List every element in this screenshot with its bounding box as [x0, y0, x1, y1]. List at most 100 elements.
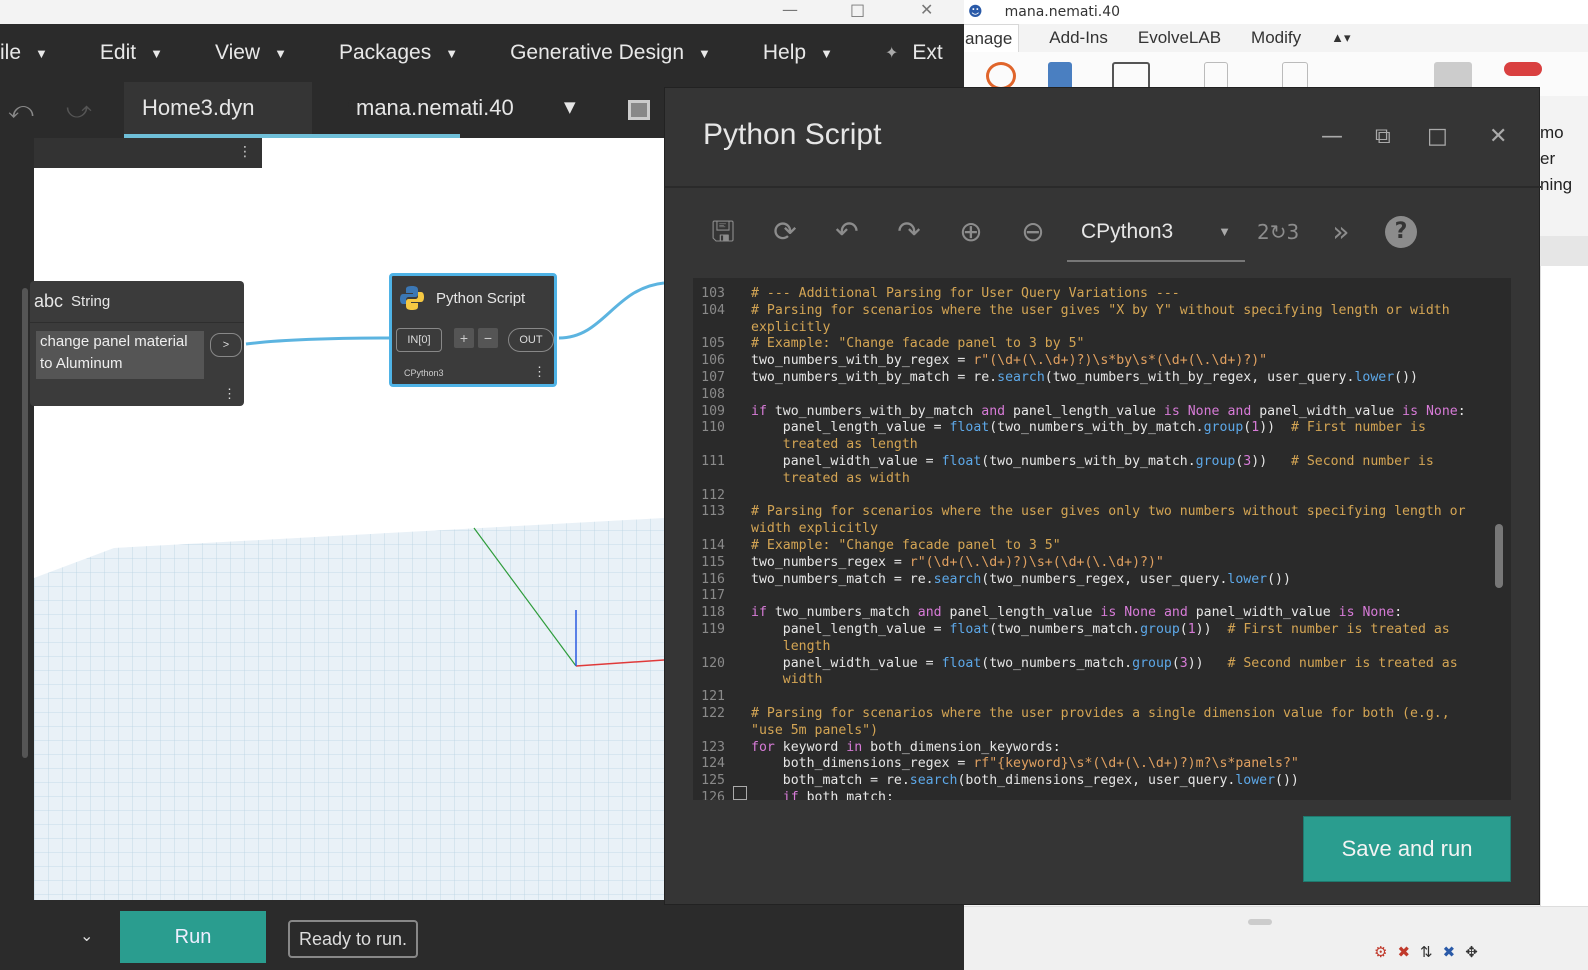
code-line[interactable]: for keyword in both_dimension_keywords: [751, 740, 1061, 755]
ribbon-tab-manage[interactable]: anage [962, 23, 1020, 53]
more-icon[interactable]: ⋮ [223, 386, 236, 402]
ribbon-tool-icon[interactable] [1048, 62, 1072, 90]
revit-drawing-area[interactable] [1540, 266, 1588, 906]
code-editor[interactable]: 103 # --- Additional Parsing for User Que… [693, 278, 1511, 800]
menu-edit[interactable]: Edit ▼ [100, 41, 163, 65]
workspace-canvas[interactable] [34, 138, 664, 900]
select-icon[interactable]: ⇅ [1420, 943, 1433, 961]
menu-extensions[interactable]: ✦ Ext [885, 41, 943, 65]
python-script-node[interactable]: Python Script IN[0] + − OUT CPython3 ⋮ [389, 273, 557, 387]
chevron-down-icon[interactable]: ⌄ [80, 926, 93, 945]
menu-help[interactable]: Help ▼ [763, 41, 833, 65]
ribbon-tab-modify[interactable]: Modify [1251, 28, 1301, 48]
chevron-down-icon[interactable]: ▼ [564, 98, 576, 116]
output-port[interactable]: > [210, 333, 242, 357]
code-line[interactable]: panel_length_value = float(two_numbers_w… [751, 420, 1426, 435]
revert-icon[interactable]: ⟳ [767, 214, 803, 250]
menu-generative-design[interactable]: Generative Design ▼ [510, 41, 711, 65]
filter-icon[interactable]: ⚙ [1374, 943, 1387, 961]
maximize-button[interactable]: □ [850, 0, 865, 19]
code-line[interactable]: if two_numbers_match and panel_length_va… [751, 605, 1402, 620]
ribbon-tool-icon[interactable] [1282, 62, 1308, 90]
code-line[interactable]: two_numbers_with_by_regex = r"(\d+(\.\d+… [751, 353, 1267, 368]
revit-side-text: mo er ning [1540, 123, 1573, 194]
close-button[interactable]: ✕ [920, 0, 933, 19]
code-line[interactable]: # Example: "Change facade panel to 3 5" [751, 538, 1061, 553]
minimize-button[interactable]: — [1321, 124, 1343, 149]
output-port[interactable]: OUT [508, 328, 554, 352]
tab-home3[interactable]: Home3.dyn [124, 82, 312, 138]
save-icon[interactable]: 🖫 [705, 214, 741, 250]
engine-select[interactable]: CPython3 ▼ [1067, 214, 1245, 262]
link-icon[interactable]: ✖ [1397, 943, 1410, 961]
help-icon[interactable]: ? [1385, 216, 1417, 248]
code-line[interactable]: "use 5m panels") [751, 723, 878, 738]
ribbon-tool-icon[interactable] [1434, 62, 1472, 90]
ribbon-tab-evolvelab[interactable]: EvolveLAB [1138, 28, 1221, 48]
code-line[interactable]: length [751, 639, 831, 654]
redo-icon[interactable]: ↷ [891, 214, 927, 250]
engine-label: CPython3 [404, 368, 444, 378]
add-input-button[interactable]: + [454, 328, 474, 348]
input-port[interactable]: IN[0] [396, 328, 442, 352]
ribbon-tool-icon[interactable] [1504, 62, 1542, 76]
forward-arrow-icon[interactable]: ⤻ [66, 96, 92, 124]
ribbon-table-icon[interactable] [1112, 62, 1150, 90]
menu-packages[interactable]: Packages ▼ [339, 41, 458, 65]
code-line[interactable]: two_numbers_match = re.search(two_number… [751, 572, 1291, 587]
code-line[interactable]: # Parsing for scenarios where the user p… [751, 706, 1450, 721]
line-number: 106 [701, 353, 725, 369]
menu-file[interactable]: ile ▼ [0, 41, 48, 65]
code-line[interactable]: panel_width_value = float(two_numbers_wi… [751, 454, 1434, 469]
code-line[interactable]: # Example: "Change facade panel to 3 by … [751, 336, 1084, 351]
code-line[interactable]: treated as length [751, 437, 918, 452]
undo-icon[interactable]: ↶ [829, 214, 865, 250]
ribbon-tool-icon[interactable] [1204, 62, 1228, 90]
code-line[interactable]: # Parsing for scenarios where the user g… [751, 504, 1466, 519]
image-export-icon[interactable] [628, 100, 650, 120]
remove-input-button[interactable]: − [478, 328, 498, 348]
maximize-button[interactable]: □ [1427, 124, 1448, 149]
migration-icon[interactable]: 2↻3 [1257, 214, 1299, 250]
code-line[interactable]: panel_length_value = float(two_numbers_m… [751, 622, 1450, 637]
chevron-down-icon: ▼ [150, 45, 163, 61]
code-line[interactable]: two_numbers_regex = r"(\d+(\.\d+)?)\s+(\… [751, 555, 1164, 570]
code-line[interactable]: two_numbers_with_by_match = re.search(tw… [751, 370, 1418, 385]
ribbon-tab-addins[interactable]: Add-Ins [1049, 28, 1108, 48]
minimize-button[interactable]: — [782, 0, 798, 19]
close-button[interactable]: ✕ [1489, 124, 1507, 149]
drag-icon[interactable]: ✥ [1465, 943, 1478, 961]
back-arrow-icon[interactable]: ⤺ [8, 96, 34, 124]
code-line[interactable]: if two_numbers_with_by_match and panel_l… [751, 404, 1466, 419]
line-number: 121 [701, 689, 725, 705]
code-line[interactable]: # Parsing for scenarios where the user g… [751, 303, 1450, 318]
code-line[interactable]: width explicitly [751, 521, 878, 536]
code-line[interactable]: width [751, 672, 823, 687]
resize-handle[interactable] [1248, 919, 1272, 925]
code-line[interactable]: both_match = re.search(both_dimensions_r… [751, 773, 1299, 788]
pin-icon[interactable]: ✖ [1443, 943, 1456, 961]
code-line[interactable]: both_dimensions_regex = rf"{keyword}\s*(… [751, 756, 1299, 771]
code-line[interactable]: # --- Additional Parsing for User Query … [751, 286, 1180, 301]
code-line[interactable]: explicitly [751, 320, 830, 335]
string-node[interactable]: abc String change panel material to Alum… [30, 281, 244, 406]
code-line[interactable]: panel_width_value = float(two_numbers_ma… [751, 656, 1458, 671]
tab-user[interactable]: mana.nemati.40 [312, 82, 514, 138]
restore-button[interactable]: ⧉ [1375, 124, 1391, 149]
library-scrollbar[interactable] [22, 288, 28, 758]
zoom-out-icon[interactable]: ⊖ [1015, 214, 1051, 250]
run-button[interactable]: Run [120, 911, 266, 963]
more-icon[interactable]: ⋮ [533, 364, 546, 380]
zoom-in-icon[interactable]: ⊕ [953, 214, 989, 250]
more-icon[interactable]: » [1323, 214, 1359, 250]
string-value-input[interactable]: change panel material to Aluminum [36, 331, 204, 379]
ribbon-options-icon[interactable]: ▲▾ [1331, 30, 1350, 46]
save-and-run-button[interactable]: Save and run [1303, 816, 1511, 882]
more-icon[interactable]: ⋮ [238, 144, 252, 160]
editor-scrollbar[interactable] [1495, 524, 1503, 588]
menu-view[interactable]: View ▼ [215, 41, 287, 65]
code-line[interactable]: treated as width [751, 471, 910, 486]
ribbon-tool-icon[interactable] [986, 62, 1016, 90]
fold-toggle[interactable] [733, 786, 747, 800]
code-line[interactable]: if both_match: [751, 790, 894, 800]
